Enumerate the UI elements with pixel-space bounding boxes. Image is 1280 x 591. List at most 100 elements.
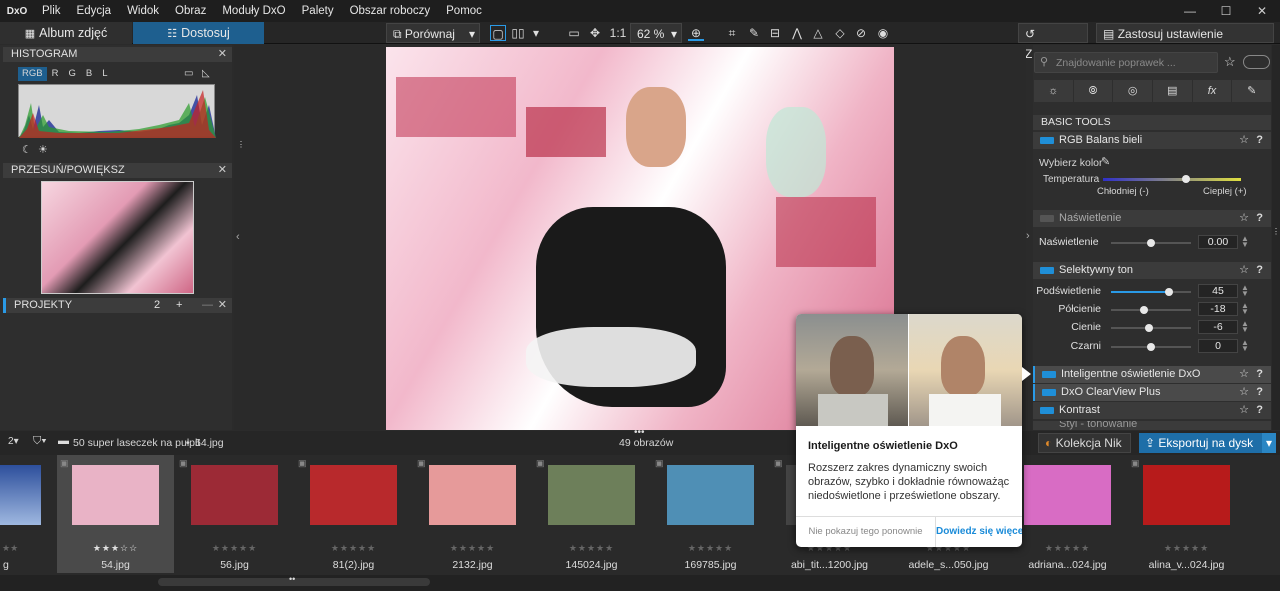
zoom-select[interactable]: 62 % ▾ xyxy=(630,23,682,43)
thumbnail-partial[interactable]: ★★ g xyxy=(0,455,56,573)
wb-section-header[interactable]: RGB Balans bieli ☆ ? xyxy=(1033,132,1271,149)
preview-eye-icon[interactable]: ◉ xyxy=(875,25,891,41)
blacks-knob[interactable] xyxy=(1147,343,1155,351)
projects-sort[interactable]: 2 xyxy=(154,298,160,313)
effects-tab-icon[interactable]: fx xyxy=(1192,80,1232,102)
collapse-right-icon[interactable]: › xyxy=(1026,230,1030,242)
tab-photo-library[interactable]: ▦ Album zdjęć xyxy=(0,22,132,44)
apply-preset-button[interactable]: ▤ Zastosuj ustawienie wstępne xyxy=(1096,23,1274,61)
mask-icon[interactable]: ◇ xyxy=(832,25,848,41)
midtones-value[interactable]: -18 xyxy=(1198,302,1238,316)
rating-stars[interactable]: ★★★★★ xyxy=(1009,543,1126,554)
star-icon[interactable]: ☆ xyxy=(1239,210,1249,227)
thumbnail[interactable]: ▣ ★★★★★ 169785.jpg xyxy=(652,455,769,573)
channel-rgb[interactable]: RGB xyxy=(18,67,47,81)
menu-edit[interactable]: Edycja xyxy=(69,0,120,22)
shadows-knob[interactable] xyxy=(1144,324,1153,332)
menu-file[interactable]: Plik xyxy=(34,0,69,22)
selective-tone-section-header[interactable]: Selektywny ton ☆ ? xyxy=(1033,262,1271,279)
zoom-in-icon[interactable]: ⊕ xyxy=(688,25,704,41)
rating-stars[interactable]: ★★★★★ xyxy=(414,543,531,554)
thumbnail[interactable]: ▣ ★★★★★ 81(2).jpg xyxy=(295,455,412,573)
exposure-toggle[interactable] xyxy=(1040,215,1054,222)
star-icon[interactable]: ☆ xyxy=(1239,366,1249,383)
temperature-slider[interactable] xyxy=(1103,175,1241,183)
thumbnail[interactable]: ▣ ★★★★★ alina_v...024.jpg xyxy=(1128,455,1245,573)
toggle-local-icon[interactable] xyxy=(1243,55,1270,69)
midtones-knob[interactable] xyxy=(1139,306,1148,314)
spinner-icon[interactable]: ▲ ▼ xyxy=(1241,320,1249,334)
exposure-value[interactable]: 0.00 xyxy=(1198,235,1238,249)
repair-icon[interactable]: ⊘ xyxy=(853,25,869,41)
horizon-icon[interactable]: ⊟ xyxy=(767,25,783,41)
highlights-knob[interactable] xyxy=(1165,288,1173,296)
clearview-section-header[interactable]: DxO ClearView Plus ☆ ? xyxy=(1033,384,1271,401)
exposure-slider[interactable] xyxy=(1111,239,1191,247)
contrast-section-header[interactable]: Kontrast ☆ ? xyxy=(1033,402,1271,419)
maximize-button[interactable]: ☐ xyxy=(1208,0,1244,22)
close-icon[interactable]: ✕ xyxy=(218,47,227,62)
menu-image[interactable]: Obraz xyxy=(167,0,214,22)
star-icon[interactable]: ☆ xyxy=(1239,402,1249,419)
channel-g[interactable]: G xyxy=(63,67,80,81)
search-field[interactable]: ⚲ Znajdowanie poprawek ... xyxy=(1034,52,1218,73)
thumbnail[interactable]: ▣ ★★★★★ 145024.jpg xyxy=(533,455,650,573)
popup-dismiss-button[interactable]: Nie pokazuj tego ponownie xyxy=(796,517,936,547)
left-panel-scrollbar[interactable]: ⋮ ‹ xyxy=(234,45,246,430)
more-dots-icon[interactable]: ⋮ xyxy=(237,140,245,149)
zoom-1to1-button[interactable]: 1:1 xyxy=(608,25,628,41)
tab-customize[interactable]: ☷ Dostosuj xyxy=(133,22,264,44)
wb-toggle[interactable] xyxy=(1040,137,1054,144)
menu-palettes[interactable]: Palety xyxy=(294,0,342,22)
histogram-header[interactable]: HISTOGRAM ✕ xyxy=(3,47,232,62)
channel-b[interactable]: B xyxy=(81,67,97,81)
star-icon[interactable]: ☆ xyxy=(1239,132,1249,149)
chevron-down-icon[interactable]: ▾ xyxy=(1262,433,1276,453)
minimize-button[interactable]: — xyxy=(1172,0,1208,22)
contrast-toggle[interactable] xyxy=(1040,407,1054,414)
pan-icon[interactable]: ✥ xyxy=(587,25,603,41)
right-panel-scrollbar[interactable]: ⋮ xyxy=(1272,45,1280,430)
shadows-value[interactable]: -6 xyxy=(1198,320,1238,334)
single-view-icon[interactable]: ▢ xyxy=(490,25,506,41)
fit-screen-icon[interactable]: ▭ xyxy=(566,25,582,41)
pan-zoom-preview[interactable] xyxy=(41,181,194,294)
favorites-star-icon[interactable]: ☆ xyxy=(1224,54,1236,70)
menu-view[interactable]: Widok xyxy=(119,0,167,22)
selective-tone-toggle[interactable] xyxy=(1040,267,1054,274)
smart-lighting-toggle[interactable] xyxy=(1042,371,1056,378)
spinner-icon[interactable]: ▲ ▼ xyxy=(1241,339,1249,353)
rating-stars[interactable]: ★★★★★ xyxy=(1128,543,1245,554)
rating-stars[interactable]: ★★★★★ xyxy=(176,543,293,554)
blacks-slider[interactable] xyxy=(1111,343,1191,351)
color-tab-icon[interactable]: ⦾ xyxy=(1073,80,1113,102)
sun-icon[interactable]: ☀ xyxy=(38,143,48,156)
highlights-slider[interactable] xyxy=(1111,288,1191,296)
popup-learn-more-link[interactable]: Dowiedz się więcej xyxy=(936,517,1022,547)
channel-l[interactable]: L xyxy=(97,67,112,81)
help-icon[interactable]: ? xyxy=(1256,402,1263,419)
clearview-toggle[interactable] xyxy=(1042,389,1056,396)
export-button[interactable]: ⇪ Eksportuj na dysk ▾ xyxy=(1139,433,1276,453)
projects-header[interactable]: PROJEKTY 2 + — ✕ xyxy=(3,298,232,313)
collapse-left-icon[interactable]: ‹ xyxy=(236,231,240,243)
menu-dxo-modules[interactable]: Moduły DxO xyxy=(214,0,293,22)
style-toning-section-header[interactable]: Styl - tonowanie xyxy=(1033,421,1271,430)
spinner-icon[interactable]: ▲ ▼ xyxy=(1241,235,1249,249)
view-dropdown-icon[interactable]: ▾ xyxy=(528,25,544,41)
exposure-slider-knob[interactable] xyxy=(1147,239,1155,247)
menu-help[interactable]: Pomoc xyxy=(438,0,490,22)
basic-tools-header[interactable]: BASIC TOOLS xyxy=(1033,115,1271,130)
help-icon[interactable]: ? xyxy=(1256,210,1263,227)
geometry-tab-icon[interactable]: ▤ xyxy=(1153,80,1192,102)
rating-stars[interactable]: ★★★☆☆ xyxy=(57,543,174,554)
pan-zoom-header[interactable]: PRZESUŃ/POWIĘKSZ ✕ xyxy=(3,163,232,178)
eyedropper-icon[interactable]: ✎ xyxy=(746,25,762,41)
rating-stars[interactable]: ★★ xyxy=(2,543,18,554)
split-view-icon[interactable]: ▯▯ xyxy=(510,25,526,41)
rating-stars[interactable]: ★★★★★ xyxy=(652,543,769,554)
close-button[interactable]: ✕ xyxy=(1244,0,1280,22)
spinner-icon[interactable]: ▲ ▼ xyxy=(1241,284,1249,298)
star-icon[interactable]: ☆ xyxy=(1239,384,1249,401)
help-icon[interactable]: ? xyxy=(1256,262,1263,279)
